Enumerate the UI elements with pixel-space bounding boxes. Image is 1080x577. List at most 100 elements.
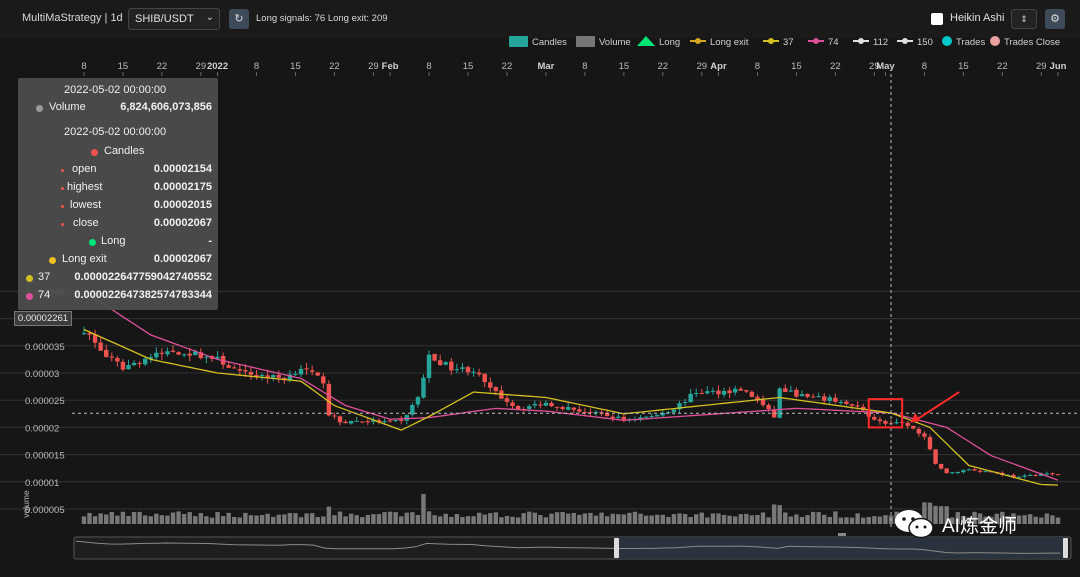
tooltip-open-label: open [72, 163, 97, 175]
range-handle-right [1063, 538, 1068, 558]
candle [760, 399, 766, 406]
volume-bar [738, 514, 743, 524]
legend-item-volume[interactable]: Volume [576, 36, 631, 48]
volume-bar [399, 516, 404, 524]
refresh-button[interactable]: ↻ [229, 9, 249, 29]
volume-bar [515, 517, 521, 524]
legend-item-trades[interactable]: Trades [942, 36, 985, 48]
candle [822, 396, 827, 401]
volume-bar [232, 517, 237, 524]
tooltip-long-exit-label: Long exit [62, 253, 107, 265]
candle [799, 394, 805, 397]
candle [276, 374, 281, 378]
volume-bar [493, 512, 499, 524]
volume-bar [838, 517, 844, 524]
candle [927, 437, 933, 450]
volume-bar [699, 512, 704, 524]
legend-swatch-icon [576, 36, 595, 47]
volume-bar [860, 517, 866, 524]
volume-bar [649, 515, 654, 524]
volume-bar [604, 516, 610, 524]
candle [348, 421, 354, 424]
ma37-line [83, 328, 1059, 486]
x-tick-label: 22 [658, 61, 669, 72]
legend-item-long-exit[interactable]: Long exit [690, 36, 749, 48]
volume-bar [688, 517, 693, 524]
x-tick-label: Feb [382, 61, 399, 72]
volume-bar [254, 515, 259, 524]
y-tick-label: 0.00002 [25, 423, 59, 434]
volume-bar [504, 515, 510, 524]
tooltip-lowest-label: lowest [70, 199, 102, 211]
candle [104, 349, 109, 357]
candle [248, 371, 254, 375]
up-down-arrows-icon: ⇕ [1020, 14, 1028, 24]
volume-bar [248, 515, 254, 524]
candle [460, 367, 465, 369]
volume-bar [877, 516, 883, 524]
x-tick-label: 8 [81, 61, 86, 72]
volume-bar [460, 517, 465, 524]
ma37-dot-icon [26, 275, 33, 282]
volume-bar [293, 513, 298, 524]
tooltip-open-value: 0.00002154 [153, 163, 212, 175]
candle [872, 416, 877, 420]
candle [883, 421, 888, 424]
x-tick-label: 29 [196, 61, 207, 72]
candle [727, 390, 732, 394]
volume-bar [265, 513, 270, 524]
chart-legend: Candles Volume Long Long exit 37 74 112 150 Trad… [0, 34, 1080, 50]
heikin-ashi-checkbox[interactable] [931, 13, 943, 25]
legend-item-150[interactable]: 150 [897, 36, 933, 48]
volume-bar [671, 514, 677, 524]
volume-bar [599, 512, 604, 524]
volume-bar [883, 515, 888, 524]
legend-item-long[interactable]: Long [637, 36, 680, 48]
tooltip-candles-date: 2022-05-02 00:00:00 [64, 126, 167, 138]
pair-select-value: SHIB/USDT [135, 13, 194, 25]
volume-bar [616, 514, 621, 524]
candles-dot-icon [91, 149, 98, 156]
candle [855, 405, 860, 407]
volume-bar [833, 511, 838, 524]
volume-bar [660, 514, 666, 524]
volume-bar [732, 516, 738, 524]
legend-swatch-icon [509, 36, 528, 47]
volume-bar [176, 511, 181, 524]
candle [788, 390, 794, 392]
volume-bar [822, 514, 827, 524]
x-tick-label: 22 [329, 61, 340, 72]
volume-bar [287, 512, 293, 524]
volume-bar [849, 517, 855, 524]
pair-select[interactable]: SHIB/USDT ⌄ [128, 8, 220, 30]
legend-item-candles[interactable]: Candles [509, 36, 567, 48]
volume-bar [243, 512, 248, 524]
candle [961, 470, 966, 473]
settings-button[interactable]: ⚙ [1045, 9, 1065, 29]
tooltip-highest-value: 0.00002175 [153, 181, 212, 193]
volume-bar [332, 515, 337, 524]
volume-bar [783, 512, 788, 524]
candle [783, 388, 788, 392]
candle [933, 449, 938, 464]
candle [382, 421, 387, 423]
legend-item-trades-close[interactable]: Trades Close [990, 36, 1060, 48]
legend-item-37[interactable]: 37 [763, 36, 794, 48]
legend-item-74[interactable]: 74 [808, 36, 839, 48]
legend-item-112[interactable]: 112 [853, 36, 888, 48]
legend-label: Candles [532, 37, 567, 48]
volume-bar [365, 514, 371, 524]
candle [1055, 474, 1061, 476]
candle [259, 375, 265, 377]
volume-bar [371, 514, 376, 524]
triangle-up-icon [637, 36, 655, 46]
volume-bar [432, 515, 437, 524]
x-tick-label: 15 [290, 61, 301, 72]
volume-bar [794, 514, 799, 524]
volume-bar [154, 513, 159, 524]
data-tooltip: 2022-05-02 00:00:00 Volume 6,824,606,073… [18, 78, 218, 310]
up-down-select[interactable]: ⇕ [1011, 9, 1037, 29]
tooltip-close-label: close [73, 217, 99, 229]
candle [1022, 475, 1027, 477]
volume-bar [81, 516, 87, 524]
